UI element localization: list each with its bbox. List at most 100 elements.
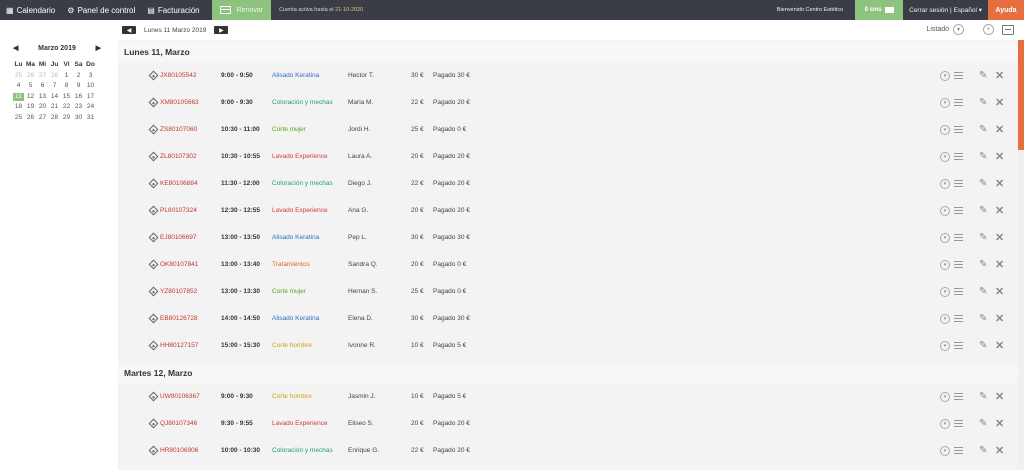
appointment-row[interactable]: ZS80107060 10:30 - 11:00 Corte mujer Jordi … — [118, 116, 1018, 143]
calendar-day[interactable]: 18 — [13, 103, 24, 111]
calendar-day[interactable]: 30 — [73, 114, 84, 122]
notes-icon[interactable] — [954, 72, 963, 79]
notes-icon[interactable] — [954, 234, 963, 241]
appointment-row[interactable]: HH80127157 15:00 - 15:30 Corte hombre Ivonn… — [118, 332, 1018, 359]
calendar-day[interactable]: 25 — [13, 114, 24, 122]
notes-icon[interactable] — [954, 393, 963, 400]
calendar-day[interactable]: 2 — [73, 72, 84, 80]
appointment-row[interactable]: UW80106367 9:00 - 9:30 Corte hombre Jasmin … — [118, 383, 1018, 410]
calendar-day[interactable]: 5 — [25, 82, 36, 90]
status-dropdown-icon[interactable]: ▾ — [940, 178, 950, 189]
calendar-day[interactable]: 3 — [85, 72, 96, 80]
help-button[interactable]: Ayuda — [988, 0, 1024, 20]
edit-pencil-icon[interactable]: ✎ — [979, 286, 987, 297]
expand-diamond-icon[interactable] — [148, 313, 159, 324]
appointment-code[interactable]: XM80105663 — [160, 99, 199, 106]
appointment-row[interactable]: YZ80107852 13:00 - 13:30 Corte mujer Hernan… — [118, 278, 1018, 305]
calendar-day[interactable]: 4 — [13, 82, 24, 90]
status-dropdown-icon[interactable]: ▾ — [940, 286, 950, 297]
expand-diamond-icon[interactable] — [148, 286, 159, 297]
expand-diamond-icon[interactable] — [148, 391, 159, 402]
edit-pencil-icon[interactable]: ✎ — [979, 313, 987, 324]
calendar-day[interactable]: 6 — [37, 82, 48, 90]
expand-diamond-icon[interactable] — [148, 232, 159, 243]
nav-facturacion[interactable]: ▤ Facturación — [141, 0, 205, 20]
nav-panel-de-control[interactable]: ⚙ Panel de control — [61, 0, 141, 20]
printer-icon[interactable] — [1002, 24, 1014, 35]
status-dropdown-icon[interactable]: ▾ — [940, 151, 950, 162]
calendar-day[interactable]: 8 — [61, 82, 72, 90]
edit-pencil-icon[interactable]: ✎ — [979, 391, 987, 402]
edit-pencil-icon[interactable]: ✎ — [979, 151, 987, 162]
calendar-day[interactable]: 13 — [37, 93, 48, 101]
prev-day-button[interactable]: ◀ — [122, 26, 136, 34]
appointment-code[interactable]: ZS80107060 — [160, 126, 197, 133]
calendar-day[interactable]: 29 — [61, 114, 72, 122]
calendar-day[interactable]: 15 — [61, 93, 72, 101]
appointment-code[interactable]: KE80106884 — [160, 180, 198, 187]
appointment-row[interactable]: HR80106906 10:00 - 10:30 Coloración y mech… — [118, 437, 1018, 464]
calendar-day[interactable]: 27 — [37, 114, 48, 122]
expand-diamond-icon[interactable] — [148, 151, 159, 162]
calendar-day[interactable]: 20 — [37, 103, 48, 111]
appointment-code[interactable]: EB80126728 — [160, 315, 198, 322]
appointment-row[interactable]: GK8010591611:00 - 11:30Corte mujerIvanna… — [118, 464, 1018, 470]
calendar-day[interactable]: 28 — [49, 114, 60, 122]
notes-icon[interactable] — [954, 207, 963, 214]
notes-icon[interactable] — [954, 126, 963, 133]
appointment-row[interactable]: EB80126728 14:00 - 14:50 Alisado Keratina E… — [118, 305, 1018, 332]
logout-language-menu[interactable]: Cerrar sesión | Español ▾ — [903, 6, 988, 14]
expand-diamond-icon[interactable] — [148, 70, 159, 81]
notes-icon[interactable] — [954, 261, 963, 268]
appointment-row[interactable]: EJ80106697 13:00 - 13:50 Alisado Keratina P… — [118, 224, 1018, 251]
delete-x-icon[interactable]: ✕ — [995, 417, 1004, 430]
status-dropdown-icon[interactable]: ▾ — [940, 313, 950, 324]
expand-diamond-icon[interactable] — [148, 97, 159, 108]
delete-x-icon[interactable]: ✕ — [995, 204, 1004, 217]
calendar-day[interactable]: 25 — [13, 72, 24, 80]
delete-x-icon[interactable]: ✕ — [995, 123, 1004, 136]
status-dropdown-icon[interactable]: ▾ — [940, 445, 950, 456]
status-dropdown-icon[interactable]: ▾ — [940, 259, 950, 270]
appointment-code[interactable]: EJ80106697 — [160, 234, 197, 241]
status-dropdown-icon[interactable]: ▾ — [940, 418, 950, 429]
calendar-day[interactable]: 12 — [25, 93, 36, 101]
appointment-row[interactable]: JX80105542 9:00 - 9:50 Alisado Keratina Hec… — [118, 62, 1018, 89]
add-icon[interactable]: + — [983, 24, 994, 35]
delete-x-icon[interactable]: ✕ — [995, 339, 1004, 352]
appointment-code[interactable]: ZL80107302 — [160, 153, 197, 160]
status-dropdown-icon[interactable]: ▾ — [940, 340, 950, 351]
next-day-button[interactable]: ▶ — [214, 26, 229, 34]
edit-pencil-icon[interactable]: ✎ — [979, 97, 987, 108]
nav-calendario[interactable]: ▦ Calendario — [0, 0, 61, 20]
calendar-day[interactable]: 11 — [13, 92, 24, 101]
edit-pencil-icon[interactable]: ✎ — [979, 205, 987, 216]
appointment-code[interactable]: UW80106367 — [160, 393, 200, 400]
appointment-code[interactable]: OK80107841 — [160, 261, 198, 268]
expand-diamond-icon[interactable] — [148, 259, 159, 270]
delete-x-icon[interactable]: ✕ — [995, 285, 1004, 298]
calendar-day[interactable]: 7 — [49, 82, 60, 90]
calendar-day[interactable]: 26 — [25, 114, 36, 122]
status-dropdown-icon[interactable]: ▾ — [940, 97, 950, 108]
expand-diamond-icon[interactable] — [148, 418, 159, 429]
calendar-day[interactable]: 26 — [25, 72, 36, 80]
calendar-day[interactable]: 17 — [85, 93, 96, 101]
status-dropdown-icon[interactable]: ▾ — [940, 232, 950, 243]
edit-pencil-icon[interactable]: ✎ — [979, 340, 987, 351]
calendar-day[interactable]: 21 — [49, 103, 60, 111]
edit-pencil-icon[interactable]: ✎ — [979, 445, 987, 456]
appointment-row[interactable]: KE80106884 11:30 - 12:00 Coloración y mech… — [118, 170, 1018, 197]
delete-x-icon[interactable]: ✕ — [995, 69, 1004, 82]
notes-icon[interactable] — [954, 315, 963, 322]
calendar-day[interactable]: 10 — [85, 82, 96, 90]
appointment-row[interactable]: ZL80107302 10:30 - 10:55 Lavado Experience… — [118, 143, 1018, 170]
calendar-day[interactable]: 19 — [25, 103, 36, 111]
notes-icon[interactable] — [954, 153, 963, 160]
calendar-day[interactable]: 24 — [85, 103, 96, 111]
expand-diamond-icon[interactable] — [148, 445, 159, 456]
expand-diamond-icon[interactable] — [148, 340, 159, 351]
status-dropdown-icon[interactable]: ▾ — [940, 70, 950, 81]
calendar-day[interactable]: 28 — [49, 72, 60, 80]
delete-x-icon[interactable]: ✕ — [995, 390, 1004, 403]
